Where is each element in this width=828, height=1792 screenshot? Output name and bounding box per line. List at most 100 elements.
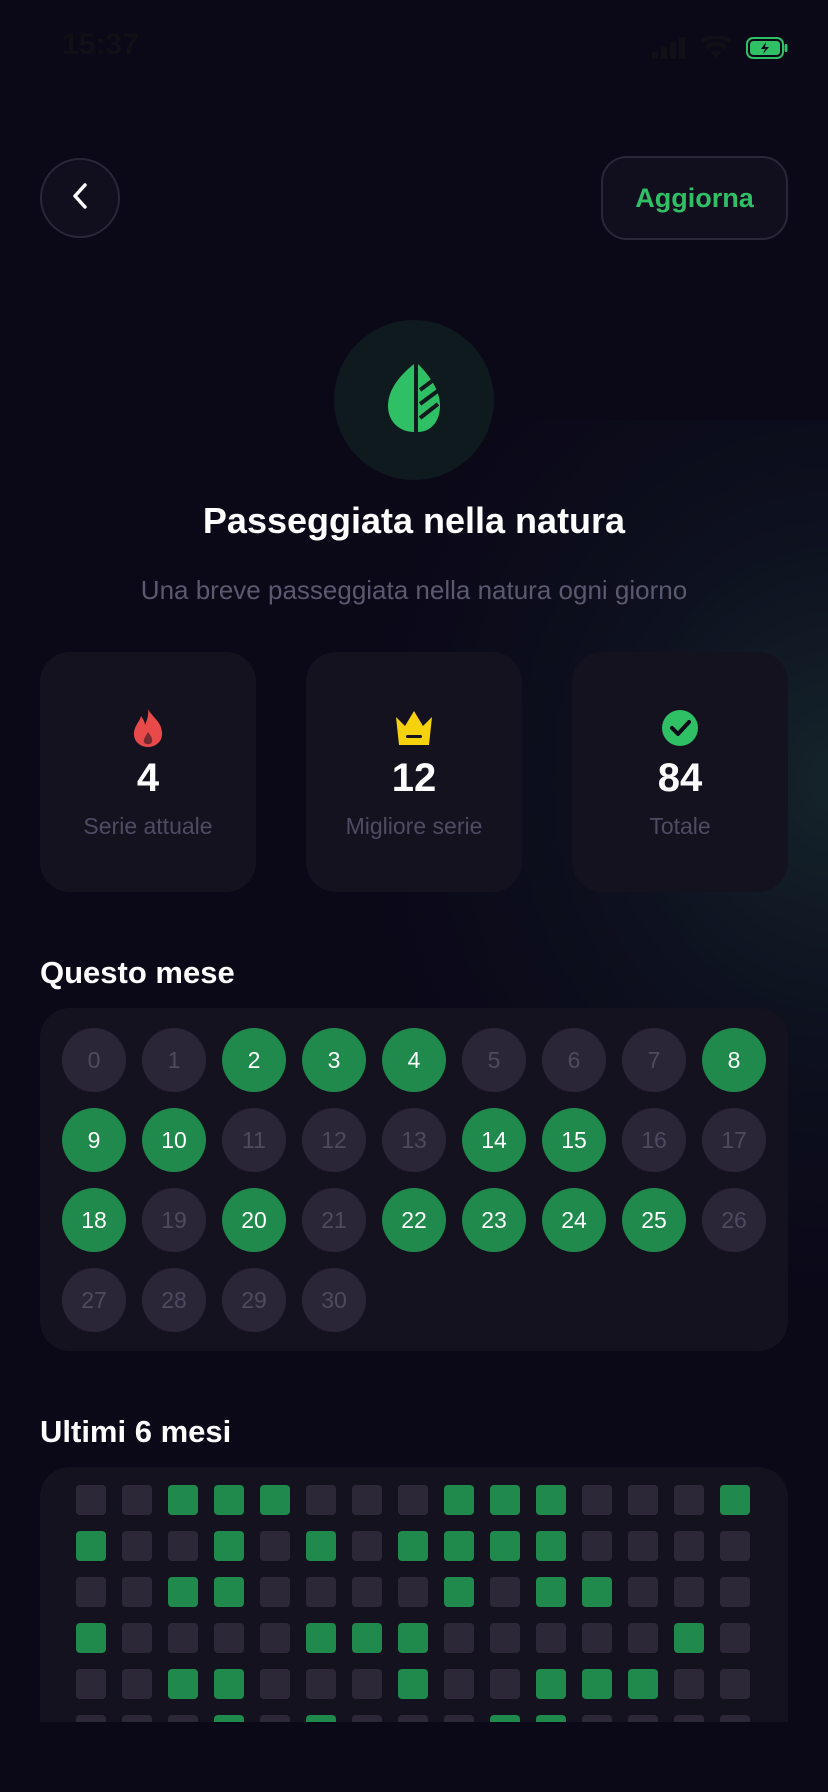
heatmap-cell bbox=[260, 1669, 290, 1699]
heatmap-cell bbox=[122, 1485, 152, 1515]
total-value: 84 bbox=[657, 756, 703, 800]
heatmap-cell bbox=[490, 1623, 520, 1653]
heatmap-cell bbox=[628, 1669, 658, 1699]
calendar-day[interactable]: 15 bbox=[542, 1108, 606, 1172]
back-button[interactable] bbox=[40, 158, 120, 238]
heatmap-cell bbox=[122, 1577, 152, 1607]
heatmap-cell bbox=[628, 1577, 658, 1607]
check-circle-icon bbox=[661, 706, 699, 750]
calendar-day[interactable]: 29 bbox=[222, 1268, 286, 1332]
heatmap-cell bbox=[490, 1485, 520, 1515]
heatmap-cell bbox=[306, 1623, 336, 1653]
calendar-day[interactable]: 12 bbox=[302, 1108, 366, 1172]
calendar-day[interactable]: 19 bbox=[142, 1188, 206, 1252]
heatmap-cell bbox=[306, 1531, 336, 1561]
status-icons bbox=[652, 34, 788, 64]
chevron-left-icon bbox=[68, 181, 92, 215]
heatmap-cell bbox=[168, 1669, 198, 1699]
bottom-edge bbox=[0, 1722, 828, 1792]
heatmap-cell bbox=[674, 1485, 704, 1515]
battery-icon bbox=[746, 37, 788, 63]
refresh-button[interactable]: Aggiorna bbox=[601, 156, 788, 240]
stats-row: 4 Serie attuale 12 Migliore serie 84 Tot… bbox=[40, 652, 788, 892]
calendar-day[interactable]: 1 bbox=[142, 1028, 206, 1092]
heatmap-cell bbox=[582, 1485, 612, 1515]
calendar-day[interactable]: 10 bbox=[142, 1108, 206, 1172]
heatmap-cell bbox=[352, 1669, 382, 1699]
habit-icon-container bbox=[334, 320, 494, 480]
calendar-day[interactable]: 3 bbox=[302, 1028, 366, 1092]
heatmap-cell bbox=[536, 1531, 566, 1561]
heatmap-cell bbox=[582, 1577, 612, 1607]
heatmap-cell bbox=[168, 1577, 198, 1607]
calendar-day[interactable]: 22 bbox=[382, 1188, 446, 1252]
stat-card-best-streak: 12 Migliore serie bbox=[306, 652, 522, 892]
habit-title: Passeggiata nella natura bbox=[202, 500, 626, 541]
calendar-day[interactable]: 20 bbox=[222, 1188, 286, 1252]
heatmap-cell bbox=[444, 1577, 474, 1607]
calendar-day[interactable]: 30 bbox=[302, 1268, 366, 1332]
habit-description: Una breve passeggiata nella natura ogni … bbox=[140, 575, 688, 605]
heatmap-cell bbox=[76, 1669, 106, 1699]
signal-icon bbox=[652, 37, 686, 63]
calendar-day[interactable]: 6 bbox=[542, 1028, 606, 1092]
heatmap-cell bbox=[306, 1485, 336, 1515]
heatmap-cell bbox=[398, 1669, 428, 1699]
heatmap-cell bbox=[674, 1531, 704, 1561]
heatmap-cell bbox=[536, 1485, 566, 1515]
calendar-day[interactable]: 13 bbox=[382, 1108, 446, 1172]
habit-detail-screen: 15:37 Aggiorna Passeggiata nella natura … bbox=[0, 0, 828, 1792]
heatmap-cell bbox=[720, 1623, 750, 1653]
heatmap-cell bbox=[720, 1577, 750, 1607]
heatmap-cell bbox=[398, 1485, 428, 1515]
calendar-day[interactable]: 11 bbox=[222, 1108, 286, 1172]
calendar-day[interactable]: 9 bbox=[62, 1108, 126, 1172]
best-streak-label: Migliore serie bbox=[345, 813, 483, 839]
calendar-day[interactable]: 25 bbox=[622, 1188, 686, 1252]
calendar-day[interactable]: 17 bbox=[702, 1108, 766, 1172]
stat-card-current-streak: 4 Serie attuale bbox=[40, 652, 256, 892]
heatmap-cell bbox=[214, 1577, 244, 1607]
calendar-day[interactable]: 4 bbox=[382, 1028, 446, 1092]
heatmap-cell bbox=[628, 1623, 658, 1653]
heatmap-cell bbox=[352, 1577, 382, 1607]
heatmap-cell bbox=[214, 1531, 244, 1561]
crown-icon bbox=[393, 706, 435, 750]
calendar-day[interactable]: 8 bbox=[702, 1028, 766, 1092]
calendar-day[interactable]: 18 bbox=[62, 1188, 126, 1252]
calendar-day[interactable]: 16 bbox=[622, 1108, 686, 1172]
heatmap-cell bbox=[260, 1531, 290, 1561]
calendar-day[interactable]: 28 bbox=[142, 1268, 206, 1332]
heatmap-cell bbox=[76, 1623, 106, 1653]
heatmap-cell bbox=[260, 1485, 290, 1515]
heatmap-cell bbox=[398, 1577, 428, 1607]
calendar-day[interactable]: 26 bbox=[702, 1188, 766, 1252]
calendar-day[interactable]: 5 bbox=[462, 1028, 526, 1092]
heatmap-cell bbox=[536, 1669, 566, 1699]
calendar-day[interactable]: 0 bbox=[62, 1028, 126, 1092]
calendar-day[interactable]: 27 bbox=[62, 1268, 126, 1332]
calendar-day[interactable]: 7 bbox=[622, 1028, 686, 1092]
heatmap-cell bbox=[444, 1485, 474, 1515]
heatmap-cell bbox=[720, 1669, 750, 1699]
heatmap-cell bbox=[444, 1669, 474, 1699]
stat-card-total: 84 Totale bbox=[572, 652, 788, 892]
heatmap-cell bbox=[306, 1577, 336, 1607]
heatmap-cell bbox=[490, 1531, 520, 1561]
heatmap-cell bbox=[674, 1623, 704, 1653]
calendar-day[interactable]: 14 bbox=[462, 1108, 526, 1172]
calendar-day[interactable]: 24 bbox=[542, 1188, 606, 1252]
month-calendar: 0 1 2 3 4 5 6 7 8 9 10 11 12 13 14 15 16 17 18 19 20 21 22 23 24… bbox=[40, 1008, 788, 1351]
heatmap-cell bbox=[444, 1623, 474, 1653]
heatmap-cell bbox=[168, 1623, 198, 1653]
heatmap-cell bbox=[398, 1531, 428, 1561]
heatmap-cell bbox=[628, 1531, 658, 1561]
last-six-months-title: Ultimi 6 mesi bbox=[40, 1414, 232, 1449]
heatmap-cell bbox=[536, 1577, 566, 1607]
calendar-day[interactable]: 21 bbox=[302, 1188, 366, 1252]
heatmap-cell bbox=[76, 1577, 106, 1607]
heatmap-cell bbox=[168, 1485, 198, 1515]
calendar-day[interactable]: 23 bbox=[462, 1188, 526, 1252]
calendar-day[interactable]: 2 bbox=[222, 1028, 286, 1092]
heatmap-cell bbox=[260, 1623, 290, 1653]
